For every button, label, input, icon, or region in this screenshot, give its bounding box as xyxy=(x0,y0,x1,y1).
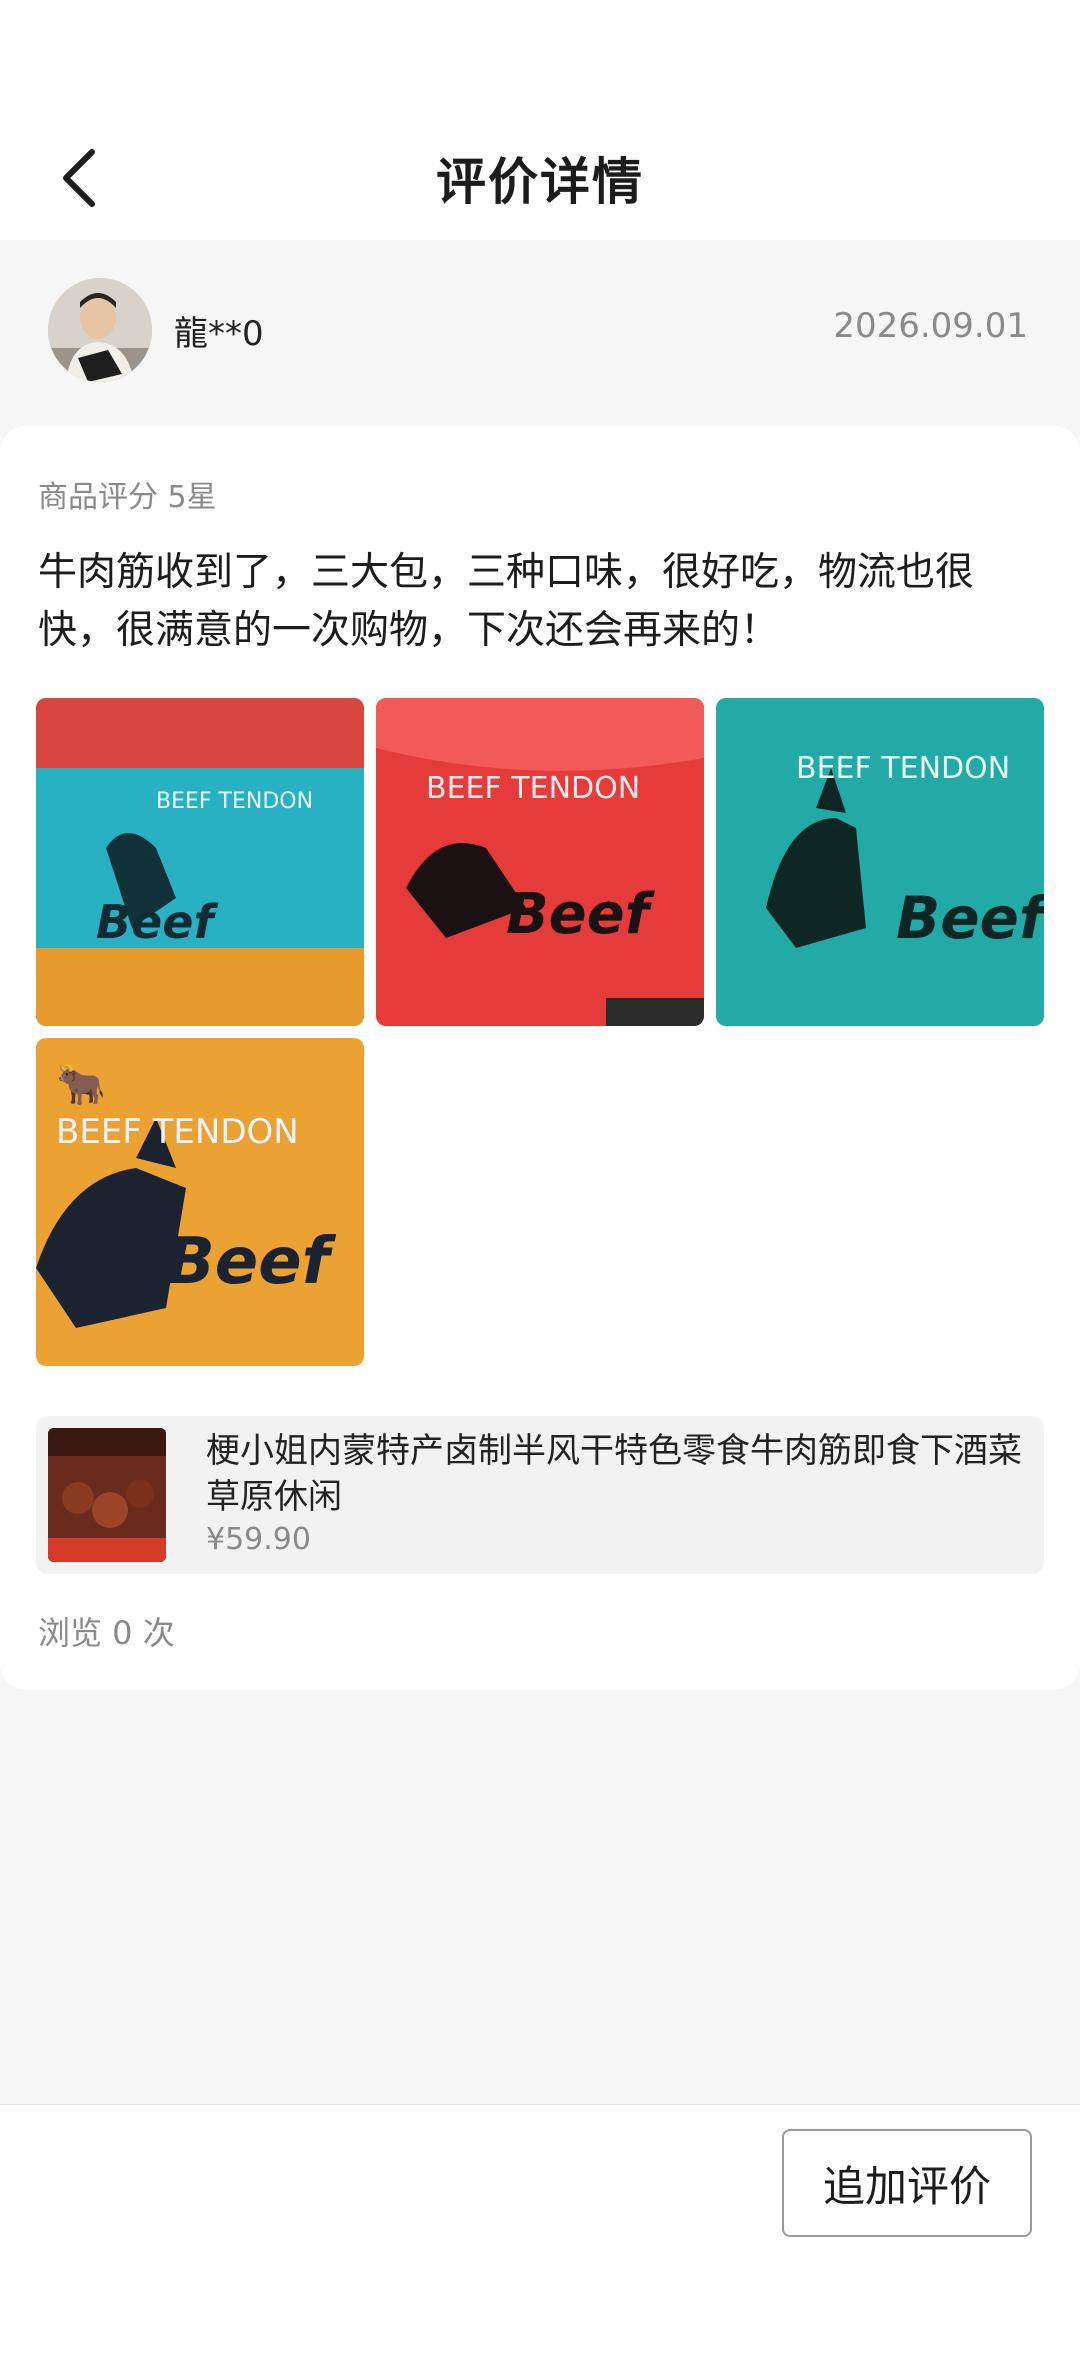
photo-label-top: 🐂 xyxy=(56,1062,106,1108)
product-name: 梗小姐内蒙特产卤制半风干特色零食牛肉筋即食下酒菜草原休闲 xyxy=(206,1431,1022,1517)
photo-label-bottom: Beef xyxy=(96,895,218,949)
avatar-image xyxy=(48,278,152,382)
bottom-bar: 追加评价 xyxy=(0,2104,1080,2374)
product-thumb-image xyxy=(48,1428,166,1562)
status-bar-space xyxy=(0,0,1080,116)
review-photo-1[interactable]: BEEF TENDON Beef xyxy=(36,698,364,1026)
page-title: 评价详情 xyxy=(436,153,644,211)
reviewer-name: 龍**0 xyxy=(174,314,264,354)
rating-text: 商品评分 5星 xyxy=(38,480,217,515)
photo-label-bottom: Beef xyxy=(896,884,1044,952)
add-review-button[interactable]: 追加评价 xyxy=(782,2129,1032,2237)
review-photo-3[interactable]: BEEF TENDON Beef xyxy=(716,698,1044,1026)
review-text: 牛肉筋收到了，三大包，三种口味，很好吃，物流也很快，很满意的一次购物，下次还会再… xyxy=(38,550,975,653)
photo-image: 🐂 BEEF TENDON Beef xyxy=(36,1038,364,1366)
photo-image: BEEF TENDON Beef xyxy=(716,698,1044,1026)
product-price: ¥59.90 xyxy=(206,1522,311,1557)
photo-label-bottom: Beef xyxy=(166,1225,337,1299)
product-card[interactable]: 梗小姐内蒙特产卤制半风干特色零食牛肉筋即食下酒菜草原休闲 ¥59.90 xyxy=(36,1416,1044,1574)
product-thumbnail xyxy=(48,1428,166,1562)
reviewer-row: 龍**0 2026.09.01 xyxy=(0,240,1080,426)
review-photo-2[interactable]: BEEF TENDON Beef xyxy=(376,698,704,1026)
photo-label-top: BEEF TENDON xyxy=(796,751,1010,786)
review-date: 2026.09.01 xyxy=(833,306,1028,346)
photo-label-top-2: BEEF TENDON xyxy=(56,1112,299,1152)
review-card: 商品评分 5星 牛肉筋收到了，三大包，三种口味，很好吃，物流也很快，很满意的一次… xyxy=(0,426,1080,1690)
photo-label-top: BEEF TENDON xyxy=(156,789,313,814)
photo-label-top: BEEF TENDON xyxy=(426,771,640,806)
photo-label-bottom: Beef xyxy=(506,882,656,947)
top-bar: 评价详情 xyxy=(0,116,1080,240)
photo-image: BEEF TENDON Beef xyxy=(376,698,704,1026)
photo-image: BEEF TENDON Beef xyxy=(36,698,364,1026)
review-photo-4[interactable]: 🐂 BEEF TENDON Beef xyxy=(36,1038,364,1366)
view-count: 浏览 0 次 xyxy=(38,1614,175,1652)
avatar[interactable] xyxy=(48,278,152,382)
